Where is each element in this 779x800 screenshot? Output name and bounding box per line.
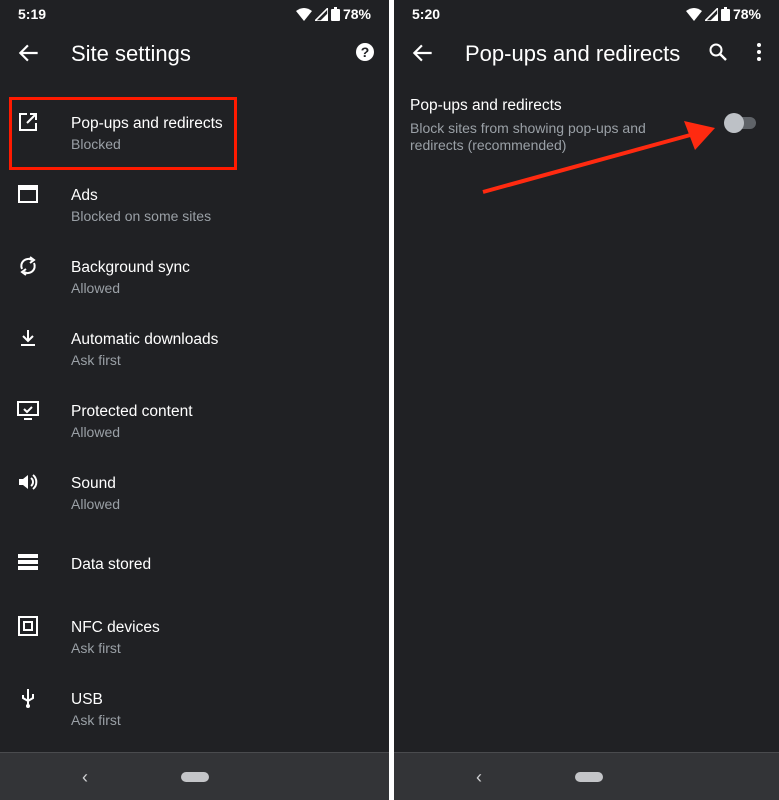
item-title: Background sync (71, 259, 190, 276)
item-title: Ads (71, 187, 98, 204)
app-bar: Site settings ? (0, 30, 389, 76)
settings-item-sound[interactable]: Sound Allowed (0, 448, 389, 520)
nav-home-button[interactable] (181, 772, 209, 782)
settings-item-background-sync[interactable]: Background sync Allowed (0, 232, 389, 304)
page-title: Pop-ups and redirects (465, 41, 681, 66)
svg-text:?: ? (361, 44, 370, 60)
item-subtitle: Allowed (71, 280, 121, 296)
item-title: Automatic downloads (71, 331, 219, 348)
item-subtitle: Allowed (71, 496, 121, 512)
signal-icon (314, 7, 328, 21)
item-subtitle: Blocked on some sites (71, 208, 212, 224)
status-bar: 5:20 78% (412, 4, 761, 24)
status-time: 5:19 (18, 6, 47, 22)
settings-item-nfc-devices[interactable]: NFC devices Ask first (0, 592, 389, 664)
arrow-back-icon[interactable] (410, 40, 436, 66)
more-options-icon[interactable] (756, 42, 762, 62)
preference-title: Pop-ups and redirects (410, 97, 562, 114)
settings-list: Pop-ups and redirects Blocked Ads Blocke… (0, 88, 389, 800)
storage-icon (18, 554, 38, 570)
wifi-icon (685, 7, 702, 21)
battery-level: 78% (732, 6, 761, 22)
app-bar: Pop-ups and redirects (394, 30, 779, 76)
item-title: Protected content (71, 403, 193, 420)
popups-toggle[interactable] (724, 113, 758, 133)
settings-item-protected-content[interactable]: Protected content Allowed (0, 376, 389, 448)
nav-back-icon[interactable]: ‹ (476, 767, 482, 788)
settings-item-usb[interactable]: USB Ask first (0, 664, 389, 736)
navigation-bar: ‹ (394, 752, 779, 800)
item-title: USB (71, 691, 103, 708)
item-title: NFC devices (71, 619, 160, 636)
highlight-box (9, 97, 237, 170)
nav-home-button[interactable] (575, 772, 603, 782)
web-asset-icon (18, 185, 38, 203)
popups-screen: 5:20 78% Pop-ups and redirects Pop-ups a… (394, 0, 779, 800)
item-subtitle: Ask first (71, 712, 121, 728)
battery-icon (330, 7, 340, 21)
item-subtitle: Ask first (71, 352, 121, 368)
item-title: Data stored (71, 556, 152, 573)
item-subtitle: Allowed (71, 424, 121, 440)
sync-icon (20, 256, 36, 276)
nfc-icon (18, 616, 38, 636)
battery-level: 78% (342, 6, 371, 22)
arrow-back-icon[interactable] (16, 40, 42, 66)
nav-back-icon[interactable]: ‹ (82, 767, 88, 788)
protected-content-icon (17, 401, 39, 420)
status-bar: 5:19 78% (18, 4, 371, 24)
download-icon (21, 330, 35, 346)
page-title: Site settings (71, 41, 191, 66)
volume-icon (19, 474, 38, 490)
settings-item-data-stored[interactable]: Data stored (0, 520, 389, 592)
wifi-icon (295, 7, 312, 21)
signal-icon (704, 7, 718, 21)
usb-icon (22, 689, 34, 708)
annotation-arrow (482, 121, 715, 194)
item-subtitle: Ask first (71, 640, 121, 656)
help-icon[interactable]: ? (355, 42, 375, 62)
settings-item-automatic-downloads[interactable]: Automatic downloads Ask first (0, 304, 389, 376)
settings-item-ads[interactable]: Ads Blocked on some sites (0, 160, 389, 232)
search-icon[interactable] (708, 42, 728, 62)
status-time: 5:20 (412, 6, 441, 22)
navigation-bar: ‹ (0, 752, 389, 800)
item-title: Sound (71, 475, 116, 492)
site-settings-screen: 5:19 78% Site settings ? Pop-ups and red… (0, 0, 389, 800)
battery-icon (720, 7, 730, 21)
